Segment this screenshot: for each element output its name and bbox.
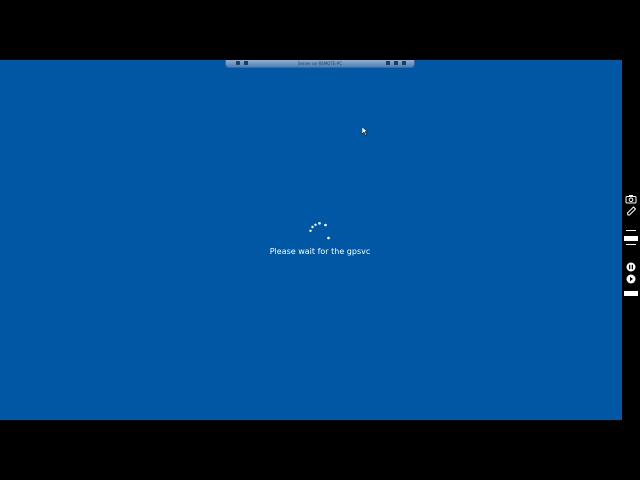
- recorder-label: [624, 291, 638, 296]
- remote-connection-bar[interactable]: Server on REMOTE-PC: [225, 60, 415, 68]
- play-icon[interactable]: [625, 274, 637, 284]
- status-message: Please wait for the gpsvc: [269, 247, 371, 256]
- close-icon[interactable]: [402, 61, 406, 65]
- restore-icon[interactable]: [394, 61, 398, 65]
- loading-spinner: [309, 222, 330, 240]
- mouse-pointer-icon: [362, 127, 368, 136]
- camera-icon[interactable]: [625, 194, 637, 204]
- record-indicator: [624, 236, 638, 241]
- divider: [626, 244, 636, 245]
- pen-icon[interactable]: [625, 206, 637, 216]
- recorder-sidebar: [622, 60, 640, 420]
- divider: [626, 230, 636, 231]
- minimize-icon[interactable]: [386, 61, 390, 65]
- pause-icon[interactable]: [625, 262, 637, 272]
